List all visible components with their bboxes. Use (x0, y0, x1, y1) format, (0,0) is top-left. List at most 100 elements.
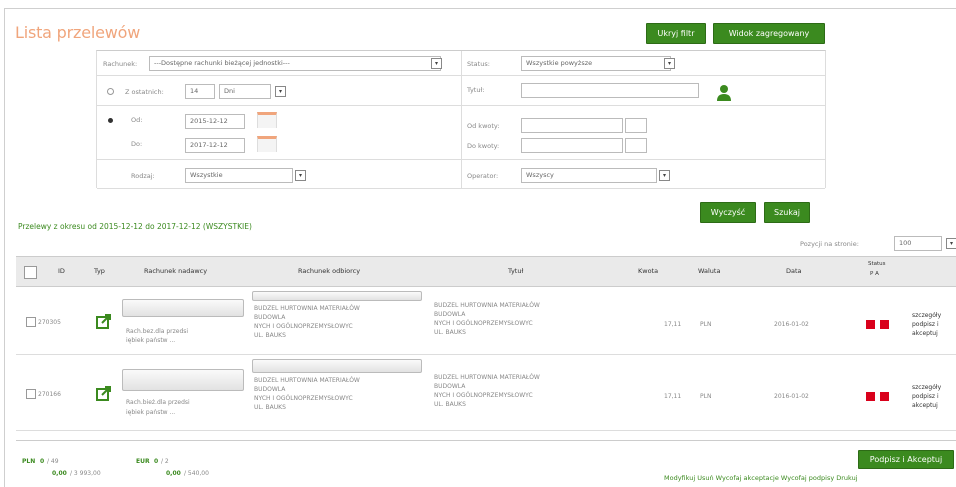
title-line-3: NYCH I OGÓLNOPRZEMYSŁOWYC (434, 320, 533, 327)
calendar-icon[interactable] (257, 112, 277, 128)
title-line-2: BUDOWLA (434, 311, 466, 318)
status-label: Status: (467, 60, 490, 68)
pln-total: / 49 (47, 458, 59, 465)
title-line-3: NYCH I OGÓLNOPRZEMYSŁOWYC (434, 392, 533, 399)
transfers-table: ID Typ Rachunek nadawcy Rachunek odbiorc… (16, 256, 956, 431)
sender-note-2: iębiek państw ... (126, 337, 176, 344)
eur-amount-total: / 540,00 (184, 470, 209, 477)
col-sender: Rachunek nadawcy (144, 267, 208, 275)
date-from-input[interactable]: 2015-12-12 (185, 114, 245, 129)
per-page-select[interactable]: 100 (894, 236, 942, 251)
title-line-1: BUDZEL HURTOWNIA MATERIAŁÓW (434, 374, 540, 381)
date-to-input[interactable]: 2017-12-12 (185, 138, 245, 153)
title-line-4: UL. BAUKS (434, 401, 466, 408)
row-currency: PLN (700, 393, 712, 400)
grouped-view-button[interactable]: Widok zagregowany (713, 23, 825, 44)
col-status: Status (868, 261, 886, 267)
search-button[interactable]: Szukaj (764, 202, 810, 223)
chevron-down-icon[interactable]: ▾ (946, 238, 956, 249)
title-input[interactable] (521, 83, 699, 98)
recipient-line-2: BUDOWLA (254, 314, 286, 321)
details-link[interactable]: szczegóły (912, 311, 941, 320)
chevron-down-icon[interactable]: ▾ (275, 86, 286, 97)
period-radio[interactable] (107, 88, 114, 95)
period-unit-select[interactable]: Dni (219, 84, 271, 99)
row-checkbox[interactable] (26, 317, 36, 327)
col-type: Typ (94, 267, 105, 275)
details-link[interactable]: szczegóły (912, 383, 941, 392)
pln-count: 0 (40, 458, 45, 465)
account-select[interactable]: ---Dostępne rachunki bieżącej jednostki-… (149, 56, 441, 71)
page-title: Lista przelewów (15, 23, 141, 42)
amount-from-decimal[interactable] (625, 118, 647, 133)
recipient-line-4: UL. BAUKS (254, 332, 286, 339)
calendar-icon[interactable] (257, 136, 277, 152)
sender-account-field (122, 299, 244, 317)
amount-from-input[interactable] (521, 118, 623, 133)
accept-link[interactable]: akceptuj (912, 329, 938, 338)
recipient-line-1: BUDZEL HURTOWNIA MATERIAŁÓW (254, 305, 360, 312)
col-recipient: Rachunek odbiorcy (298, 267, 361, 275)
sign-link[interactable]: podpisz i (912, 320, 939, 329)
filter-panel: Rachunek: ---Dostępne rachunki bieżącej … (96, 50, 826, 189)
clear-button[interactable]: Wyczyść (700, 202, 756, 223)
sign-link[interactable]: podpisz i (912, 392, 939, 401)
account-label: Rachunek: (103, 60, 138, 68)
sender-note: Rach.bez.dla przedsi (126, 328, 189, 335)
amount-to-input[interactable] (521, 138, 623, 153)
eur-total: / 2 (161, 458, 169, 465)
row-amount: 17,11 (664, 393, 682, 400)
row-date: 2016-01-02 (774, 393, 809, 400)
type-select[interactable]: Wszystkie (185, 168, 293, 183)
title-line-1: BUDZEL HURTOWNIA MATERIAŁÓW (434, 302, 540, 309)
chevron-down-icon[interactable]: ▾ (295, 170, 306, 181)
pln-amount: 0,00 (52, 470, 67, 477)
hide-filter-button[interactable]: Ukryj filtr (646, 23, 706, 44)
recipient-line-4: UL. BAUKS (254, 404, 286, 411)
operator-select[interactable]: Wszyscy (521, 168, 657, 183)
operator-label: Operator: (467, 172, 499, 180)
col-id: ID (58, 267, 65, 275)
recipient-account-field (252, 291, 422, 301)
filter-row-dates: Od: 2015-12-12 Do: 2017-12-12 Od kwoty: … (97, 106, 825, 160)
amount-to-decimal[interactable] (625, 138, 647, 153)
recipient-line-3: NYCH I OGÓLNOPRZEMYSŁOWYC (254, 395, 353, 402)
row-currency: PLN (700, 321, 712, 328)
filter-row-type: Rodzaj: Wszystkie ▾ Operator: Wszyscy ▾ (97, 160, 825, 189)
table-row[interactable]: 270166 Rach.bież.dla przedsi iębiek pańs… (16, 355, 956, 431)
col-amount: Kwota (638, 267, 659, 275)
sign-accept-button[interactable]: Podpisz i Akceptuj (858, 450, 954, 469)
row-date: 2016-01-02 (774, 321, 809, 328)
table-row[interactable]: 270305 Rach.bez.dla przedsi iębiek państ… (16, 287, 956, 355)
edit-icon[interactable] (96, 385, 112, 401)
eur-label: EUR (136, 458, 150, 465)
select-all-checkbox[interactable] (24, 266, 37, 279)
chevron-down-icon[interactable]: ▾ (659, 170, 670, 181)
per-page-label: Pozycji na stronie: (800, 240, 859, 248)
status-select[interactable]: Wszystkie powyższe (521, 56, 671, 71)
dates-radio[interactable] (108, 118, 113, 123)
status-accepted-indicator (880, 392, 889, 401)
col-pa: P A (870, 271, 879, 277)
accept-link[interactable]: akceptuj (912, 401, 938, 410)
chevron-down-icon[interactable]: ▾ (431, 58, 442, 69)
row-checkbox[interactable] (26, 389, 36, 399)
user-icon[interactable] (716, 84, 732, 102)
pln-amount-total: / 3 993,00 (70, 470, 101, 477)
chevron-down-icon[interactable]: ▾ (664, 58, 675, 69)
eur-count: 0 (154, 458, 159, 465)
bulk-actions-links[interactable]: Modyfikuj Usuń Wycofaj akceptacje Wycofa… (664, 474, 858, 482)
period-days-input[interactable]: 14 (185, 84, 215, 99)
row-amount: 17,11 (664, 321, 682, 328)
row-id: 270166 (38, 391, 61, 398)
period-label: Z ostatnich: (125, 88, 164, 96)
title-label: Tytuł: (467, 86, 485, 94)
title-line-2: BUDOWLA (434, 383, 466, 390)
title-line-4: UL. BAUKS (434, 329, 466, 336)
recipient-account-field (252, 359, 422, 373)
col-currency: Waluta (698, 267, 721, 275)
filter-row-account: Rachunek: ---Dostępne rachunki bieżącej … (97, 51, 825, 76)
status-signed-indicator (866, 320, 875, 329)
row-id: 270305 (38, 319, 61, 326)
edit-icon[interactable] (96, 313, 112, 329)
